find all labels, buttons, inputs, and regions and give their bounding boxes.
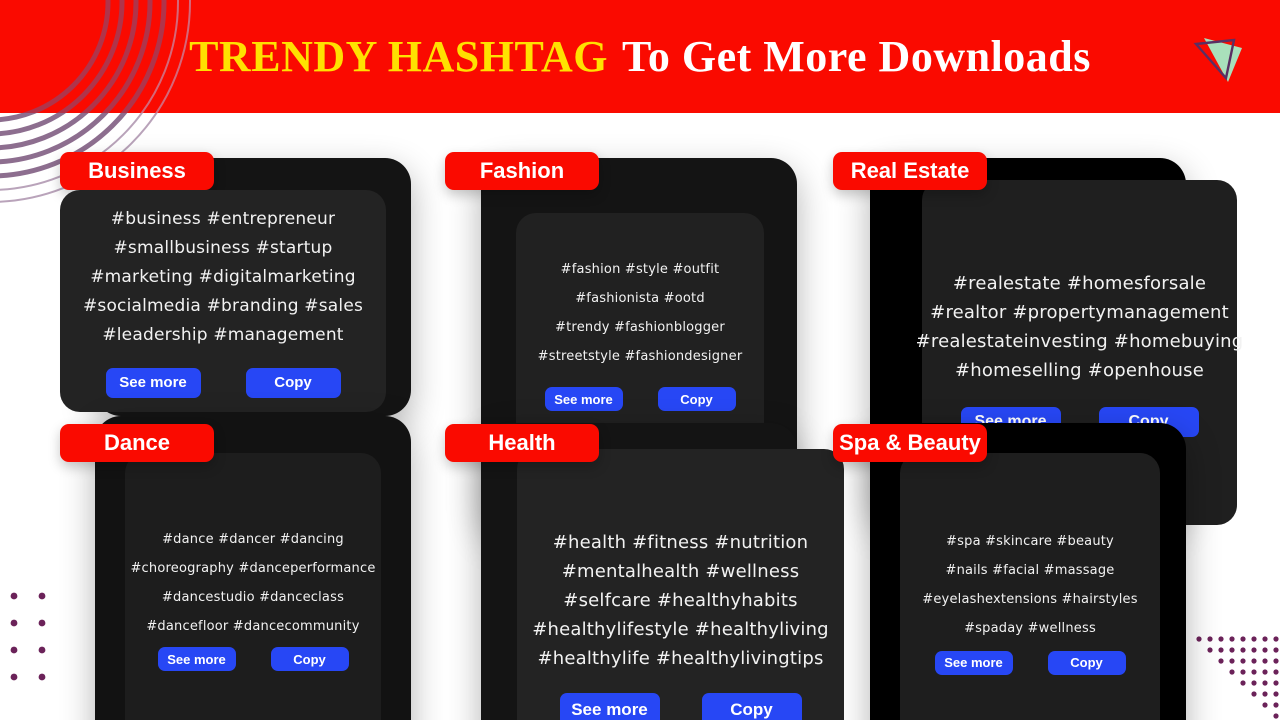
triangle-play-logo-icon — [1193, 38, 1242, 82]
page-title-highlight: TRENDY HASHTAG — [189, 32, 609, 81]
hashtag-line: #health #fitness #nutrition — [552, 531, 809, 553]
hashtag-list-business: #business #entrepreneur #smallbusiness #s… — [83, 205, 363, 350]
card-actions-business: See more Copy — [60, 367, 386, 398]
copy-button-business[interactable]: Copy — [245, 367, 341, 398]
card-actions-health: See more Copy — [517, 692, 844, 720]
hashtag-line: #dancefloor #dancecommunity — [146, 619, 360, 634]
hashtag-line: #smallbusiness #startup — [113, 237, 333, 258]
copy-button-health[interactable]: Copy — [701, 692, 802, 720]
category-badge-health[interactable]: Health — [445, 424, 599, 462]
hashtag-line: #realestate #homesforsale — [952, 272, 1207, 294]
hashtag-line: #realtor #propertymanagement — [930, 301, 1229, 323]
hashtag-card-grid: #business #entrepreneur #smallbusiness #s… — [0, 113, 1280, 720]
see-more-button-spa[interactable]: See more — [934, 650, 1013, 675]
hashtag-line: #dancestudio #danceclass — [161, 590, 345, 605]
hashtag-line: #realestateinvesting #homebuying — [915, 330, 1244, 352]
see-more-button-fashion[interactable]: See more — [544, 387, 623, 411]
panel-dance: #dance #dancer #dancing #choreography #da… — [125, 453, 381, 720]
panel-health: #health #fitness #nutrition #mentalhealth… — [517, 449, 844, 720]
hashtag-line: #healthylife #healthylivingtips — [537, 647, 824, 669]
see-more-button-business[interactable]: See more — [105, 367, 201, 398]
copy-button-dance[interactable]: Copy — [270, 647, 349, 671]
hashtag-line: #fashion #style #outfit — [560, 262, 720, 277]
hashtag-list-spa: #spa #skincare #beauty #nails #facial #ma… — [922, 527, 1137, 643]
page-header: TRENDY HASHTAG To Get More Downloads — [0, 0, 1280, 113]
hashtag-list-fashion: #fashion #style #outfit #fashionista #oot… — [538, 255, 743, 371]
hashtag-line: #spaday #wellness — [964, 620, 1096, 636]
hashtag-line: #nails #facial #massage — [945, 562, 1115, 578]
hashtag-line: #spa #skincare #beauty — [946, 533, 1114, 549]
hashtag-line: #eyelashextensions #hairstyles — [922, 591, 1138, 607]
card-actions-dance: See more Copy — [125, 647, 381, 671]
category-badge-realestate[interactable]: Real Estate — [833, 152, 987, 190]
page-title: TRENDY HASHTAG To Get More Downloads — [0, 0, 1280, 113]
see-more-button-dance[interactable]: See more — [157, 647, 236, 671]
page-title-rest: To Get More Downloads — [622, 32, 1091, 81]
panel-business: #business #entrepreneur #smallbusiness #s… — [60, 190, 386, 412]
hashtag-line: #streetstyle #fashiondesigner — [537, 349, 743, 364]
hashtag-line: #homeselling #openhouse — [955, 359, 1205, 381]
hashtag-list-realestate: #realestate #homesforsale #realtor #prope… — [916, 269, 1244, 385]
hashtag-line: #socialmedia #branding #sales — [82, 295, 364, 316]
copy-button-spa[interactable]: Copy — [1047, 650, 1126, 675]
hashtag-line: #trendy #fashionblogger — [555, 320, 725, 335]
card-actions-fashion: See more Copy — [516, 387, 764, 411]
hashtag-line: #selfcare #healthyhabits — [563, 589, 798, 611]
copy-button-fashion[interactable]: Copy — [657, 387, 736, 411]
category-badge-fashion[interactable]: Fashion — [445, 152, 599, 190]
category-badge-spa[interactable]: Spa & Beauty — [833, 424, 987, 462]
hashtag-line: #fashionista #ootd — [575, 291, 705, 306]
category-badge-dance[interactable]: Dance — [60, 424, 214, 462]
panel-spa: #spa #skincare #beauty #nails #facial #ma… — [900, 453, 1160, 720]
hashtag-line: #business #entrepreneur — [110, 208, 336, 229]
hashtag-line: #marketing #digitalmarketing — [90, 266, 356, 287]
hashtag-list-dance: #dance #dancer #dancing #choreography #da… — [130, 525, 375, 641]
hashtag-line: #mentalhealth #wellness — [561, 560, 800, 582]
category-badge-business[interactable]: Business — [60, 152, 214, 190]
card-actions-spa: See more Copy — [900, 650, 1160, 675]
see-more-button-health[interactable]: See more — [559, 692, 660, 720]
hashtag-list-health: #health #fitness #nutrition #mentalhealth… — [532, 528, 829, 673]
hashtag-line: #leadership #management — [102, 324, 344, 345]
hashtag-line: #healthylifestyle #healthyliving — [532, 618, 829, 640]
hashtag-line: #choreography #danceperformance — [130, 561, 376, 576]
hashtag-line: #dance #dancer #dancing — [162, 532, 344, 547]
panel-fashion: #fashion #style #outfit #fashionista #oot… — [516, 213, 764, 453]
